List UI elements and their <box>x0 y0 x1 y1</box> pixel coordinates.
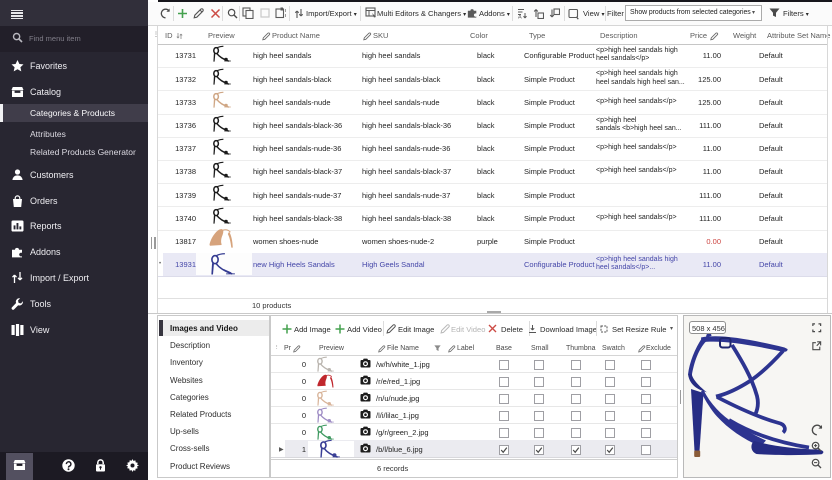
svg-text:A: A <box>518 15 522 20</box>
